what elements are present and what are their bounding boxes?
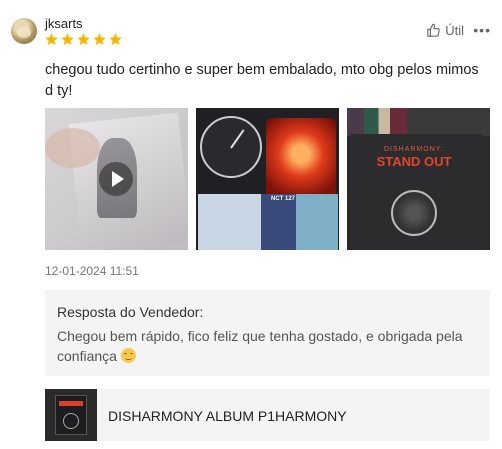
star-icon [44,32,59,47]
album-brand-text: DISHARMONY: [383,146,444,153]
smiling-face-icon [120,348,136,363]
thumbs-up-icon [426,23,441,38]
seller-reply-body: Chegou bem rápido, fico feliz que tenha … [57,328,463,364]
star-icon [108,32,123,47]
seller-reply: Resposta do Vendedor: Chegou bem rápido,… [45,290,490,376]
play-icon[interactable] [99,162,133,196]
product-thumbnail[interactable] [45,389,97,441]
review-comment: chegou tudo certinho e super bem embalad… [45,62,479,99]
product-name[interactable]: DISHARMONY ALBUM P1HARMONY [108,408,347,424]
seller-reply-title: Resposta do Vendedor: [57,304,204,320]
review-date: 12-01-2024 11:51 [45,264,139,278]
album-title-text: STAND OUT [376,154,452,169]
star-icon [92,32,107,47]
seller-reply-text: Chegou bem rápido, fico feliz que tenha … [57,326,478,366]
review-video-thumbnail[interactable] [45,108,188,250]
review-media: NCT 127 DISHARMONY: STAND OUT [45,108,490,250]
review-header: jksarts Útil ••• [11,14,491,48]
star-icon [60,32,75,47]
user-avatar[interactable] [11,18,37,44]
star-icon [76,32,91,47]
photo-label: NCT 127 [271,196,296,202]
more-options-icon[interactable]: ••• [473,23,491,37]
review-photo-2[interactable]: DISHARMONY: STAND OUT [347,108,490,250]
helpful-button[interactable]: Útil [426,23,464,38]
helpful-label: Útil [445,23,464,38]
review-photo-1[interactable]: NCT 127 [196,108,339,250]
product-card[interactable]: DISHARMONY ALBUM P1HARMONY [45,389,490,441]
username[interactable]: jksarts [45,16,83,31]
star-rating [44,32,123,47]
